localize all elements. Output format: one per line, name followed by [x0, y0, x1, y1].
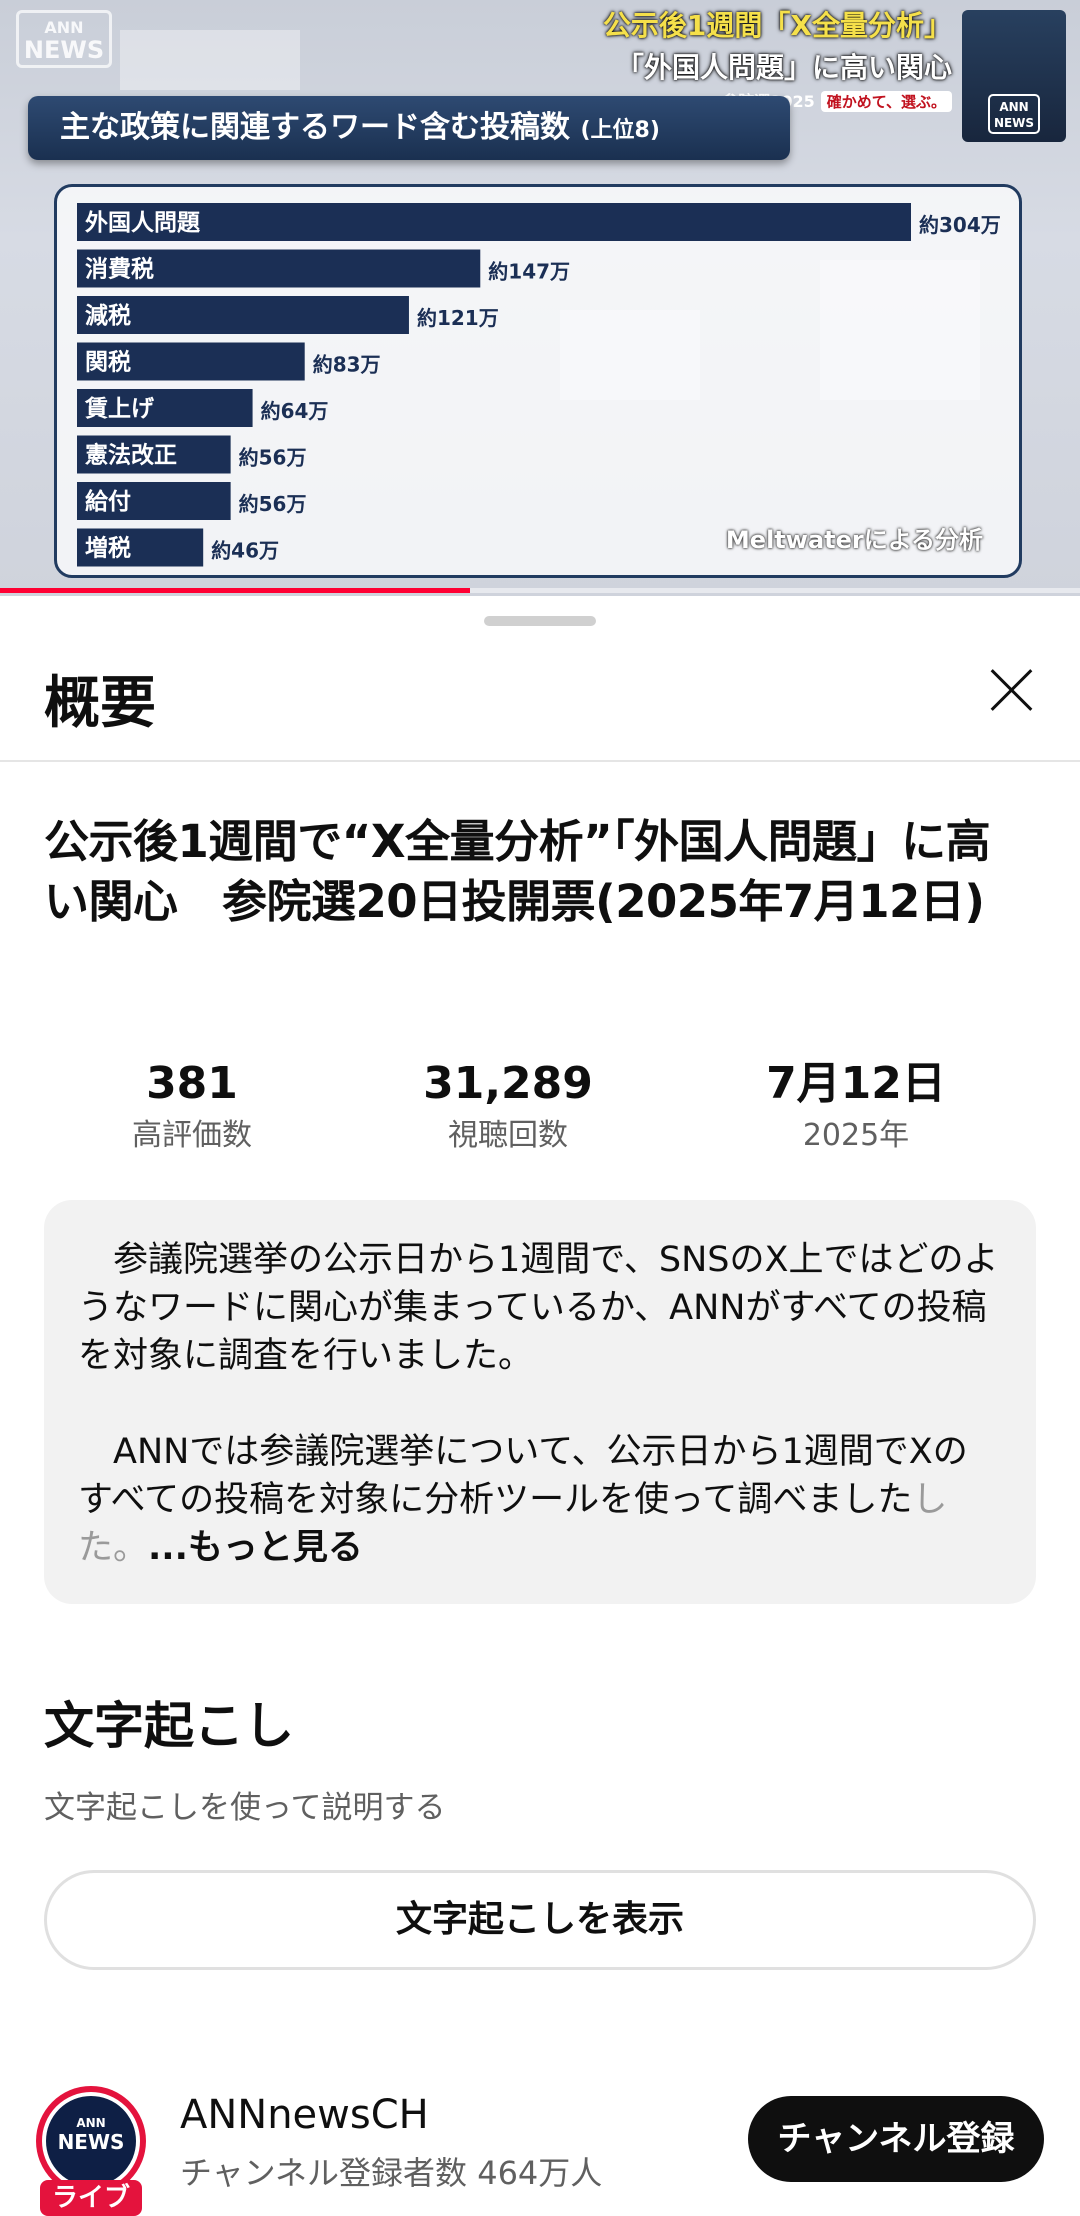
date-stat: 7月12日 2025年 — [706, 1056, 1006, 1160]
show-transcript-button[interactable]: 文字起こしを表示 — [44, 1870, 1036, 1970]
chart-value-label: 約147万 — [488, 260, 570, 284]
upload-year: 2025年 — [802, 1118, 910, 1153]
chart-value-label: 約56万 — [239, 446, 307, 470]
views-label: 視聴回数 — [448, 1118, 568, 1153]
chart-value-label: 約304万 — [919, 213, 1001, 237]
ann-news-badge: ANN NEWS — [962, 10, 1066, 142]
chart-category-label: 給付 — [85, 488, 131, 515]
chart-panel: 外国人問題 約304万消費税 約147万減税 約121万関税 約83万賃上げ 約64万憲法… — [54, 184, 1022, 578]
chart-category-label: 憲法改正 — [85, 442, 177, 469]
upload-date: 7月12日 — [766, 1058, 946, 1109]
likes-stat: 381 高評価数 — [42, 1056, 342, 1160]
chart-category-label: 賃上げ — [84, 396, 155, 422]
slogan-chip: 確かめて、選ぶ。 — [820, 91, 952, 112]
divider — [0, 760, 1080, 762]
description-paragraph: ANNでは参議院選挙について、公示日から1週間でXのすべての投稿を対象に分析ツー… — [78, 1428, 1002, 1572]
logo-text: NEWS — [23, 36, 105, 64]
avatar-text: NEWS — [57, 2130, 125, 2154]
chart-title-suffix: (上位8) — [580, 118, 660, 143]
description-box[interactable]: 参議院選挙の公示日から1週間で、SNSのX上ではどのようなワードに関心が集まって… — [44, 1200, 1036, 1604]
drag-handle[interactable] — [484, 616, 596, 626]
description-paragraph: 参議院選挙の公示日から1週間で、SNSのX上ではどのようなワードに関心が集まって… — [78, 1240, 999, 1376]
ann-news-watermark-logo: ANN NEWS — [16, 10, 112, 68]
chart-category-label: 増税 — [85, 535, 131, 562]
views-count: 31,289 — [423, 1058, 593, 1109]
subscribe-button[interactable]: チャンネル登録 — [748, 2096, 1044, 2182]
transcript-section-subtitle: 文字起こしを使って説明する — [44, 1790, 446, 1826]
live-badge[interactable]: ライブ — [40, 2180, 142, 2216]
chart-title-bar: 主な政策に関連するワード含む投稿数 (上位8) — [28, 96, 790, 160]
show-more-link[interactable]: ...もっと見る — [148, 1528, 363, 1568]
likes-count: 381 — [146, 1058, 238, 1109]
badge-text: NEWS — [993, 116, 1035, 130]
stats-row: 381 高評価数 31,289 視聴回数 7月12日 2025年 — [0, 1056, 1080, 1176]
chart-category-label: 消費税 — [85, 256, 154, 283]
badge-text: ANN — [999, 100, 1029, 114]
avatar-text: ANN — [76, 2116, 106, 2130]
close-icon[interactable] — [988, 666, 1036, 714]
chart-value-label: 約56万 — [239, 492, 307, 516]
channel-row: ANN NEWS ライブ ANNnewsCH チャンネル登録者数 464万人 チ… — [0, 2086, 1080, 2216]
chart-category-label: 外国人問題 — [85, 209, 201, 236]
chart-value-label: 約83万 — [313, 353, 381, 377]
sheet-title: 概要 — [44, 671, 156, 736]
source-note: Meltwaterによる分析 — [725, 526, 983, 554]
video-progress-fill — [0, 588, 470, 593]
description-sheet: 概要 公示後1週間で“X全量分析”「外国人問題」に高い関心 参院選20日投開票(… — [0, 596, 1080, 2216]
chart-value-label: 約121万 — [417, 306, 499, 330]
headline-line-2: 「外国人問題」に高い関心 — [615, 51, 952, 84]
views-stat: 31,289 視聴回数 — [358, 1056, 658, 1160]
video-progress-bar[interactable] — [0, 588, 1080, 593]
subscriber-count: チャンネル登録者数 464万人 — [180, 2154, 603, 2192]
chart-bar — [77, 203, 911, 241]
background-shape — [120, 30, 300, 90]
transcript-section-title: 文字起こし — [44, 1697, 294, 1755]
video-title: 公示後1週間で“X全量分析”「外国人問題」に高い関心 参院選20日投開票(202… — [44, 815, 991, 928]
chart-title: 主な政策に関連するワード含む投稿数 — [60, 110, 570, 145]
channel-name[interactable]: ANNnewsCH — [180, 2092, 429, 2138]
video-player[interactable]: ANN NEWS 公示後1週間「X全量分析」 「外国人問題」に高い関心 参院選2… — [0, 0, 1080, 596]
headline-line-1: 公示後1週間「X全量分析」 — [602, 9, 952, 42]
chart-category-label: 減税 — [85, 302, 131, 329]
likes-label: 高評価数 — [132, 1118, 252, 1153]
description-text: ANNでは参議院選挙について、公示日から1週間でXのすべての投稿を対象に分析ツー… — [78, 1432, 968, 1520]
chart-value-label: 約46万 — [211, 539, 279, 563]
chart-category-label: 関税 — [85, 349, 131, 376]
chart-value-label: 約64万 — [261, 399, 329, 423]
